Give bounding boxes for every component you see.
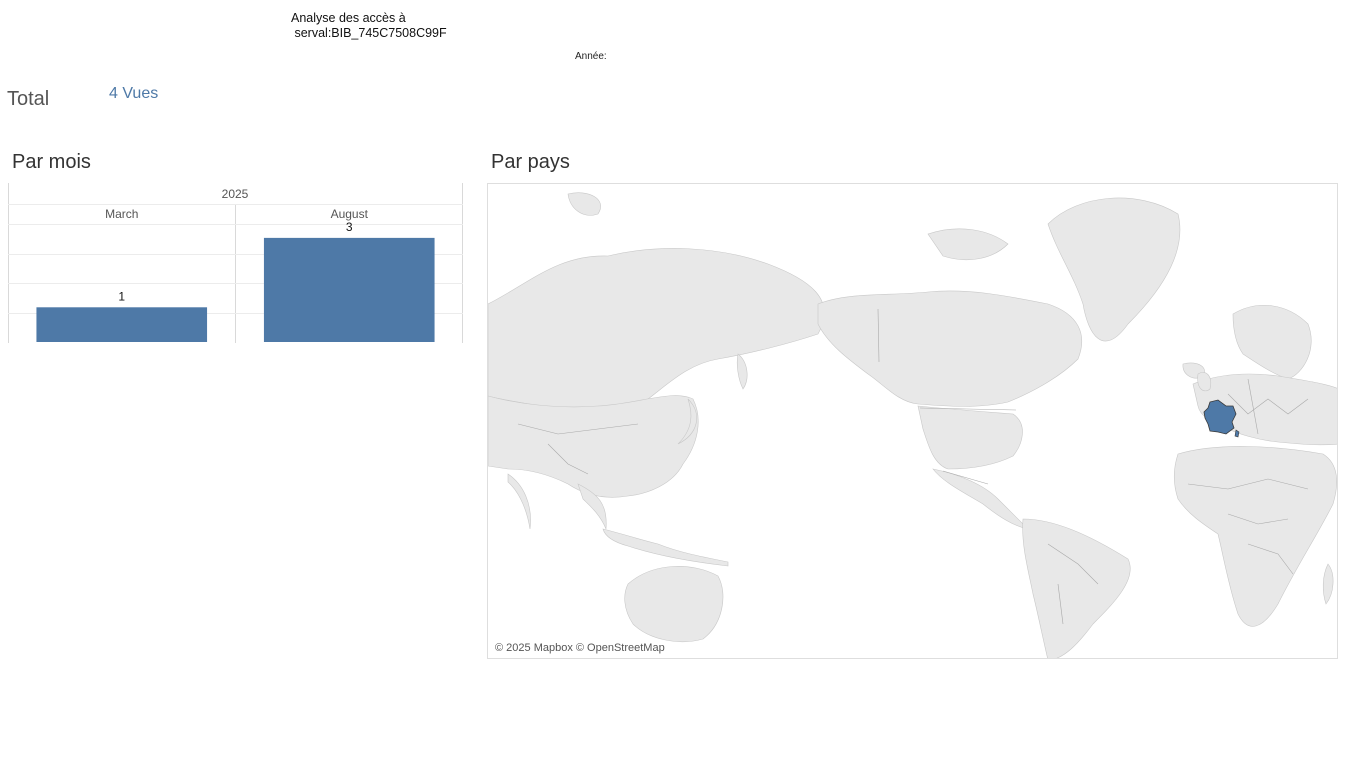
report-title: Analyse des accès à serval:BIB_745C7508C… [291,11,447,40]
month-header: March [105,207,138,221]
total-label: Total [7,88,50,110]
total-views-value: 4 Vues [109,85,159,102]
country-map[interactable]: © 2025 Mapbox © OpenStreetMap [487,183,1338,659]
year-filter-label[interactable]: Année: [575,51,607,62]
bar-value-label: 3 [346,220,353,234]
world-map [488,192,1337,658]
bar-value-label: 1 [118,289,125,303]
per-month-bar-chart: 2025 March1August3 [8,183,463,343]
year-column-header: 2025 [222,187,249,201]
per-month-title: Par mois [12,151,91,173]
bar[interactable] [36,307,208,342]
bar[interactable] [263,237,435,342]
map-attribution[interactable]: © 2025 Mapbox © OpenStreetMap [495,642,665,654]
per-country-title: Par pays [491,151,570,173]
